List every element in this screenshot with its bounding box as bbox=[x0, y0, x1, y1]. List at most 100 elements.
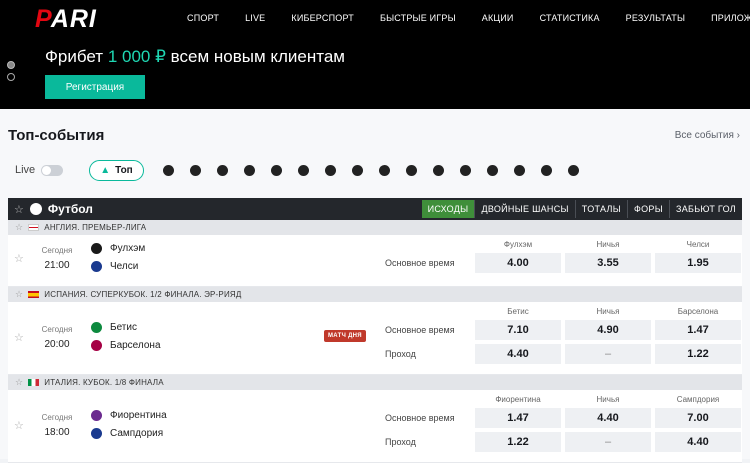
handball-icon[interactable] bbox=[567, 163, 581, 177]
match-time: 18:00 bbox=[44, 427, 70, 438]
team-logo-icon bbox=[91, 243, 102, 254]
nav-fast-games[interactable]: БЫСТРЫЕ ИГРЫ bbox=[380, 13, 456, 23]
team-home[interactable]: Фулхэм bbox=[91, 243, 145, 254]
odds-button[interactable]: 4.40 bbox=[475, 344, 561, 364]
odds-button[interactable]: 1.22 bbox=[475, 432, 561, 452]
odds-button[interactable]: 4.00 bbox=[475, 253, 561, 273]
nav-results[interactable]: РЕЗУЛЬТАТЫ bbox=[626, 13, 685, 23]
league-header: ☆ ИСПАНИЯ. СУПЕРКУБОК. 1/2 ФИНАЛА. ЭР-РИЯ… bbox=[8, 287, 742, 302]
ball-icon[interactable] bbox=[378, 163, 392, 177]
nav-promotions[interactable]: АКЦИИ bbox=[482, 13, 514, 23]
odds-button[interactable]: 1.47 bbox=[475, 408, 561, 428]
tab-will-score[interactable]: ЗАБЬЮТ ГОЛ bbox=[670, 200, 742, 218]
nav-statistics[interactable]: СТАТИСТИКА bbox=[540, 13, 600, 23]
top-filter-chip[interactable]: ▲ Топ bbox=[89, 159, 144, 181]
badminton-icon[interactable] bbox=[540, 163, 554, 177]
boxing-icon[interactable] bbox=[486, 163, 500, 177]
odds-button[interactable]: 1.95 bbox=[655, 253, 741, 273]
league-name: ИСПАНИЯ. СУПЕРКУБОК. 1/2 ФИНАЛА. ЭР-РИЯД bbox=[44, 290, 242, 299]
market-label: Основное время bbox=[385, 258, 455, 268]
pager-dot[interactable] bbox=[7, 61, 15, 69]
hockey-stick-icon[interactable] bbox=[432, 163, 446, 177]
league-name: АНГЛИЯ. ПРЕМЬЕР-ЛИГА bbox=[44, 223, 147, 232]
mma-icon[interactable] bbox=[459, 163, 473, 177]
volleyball-icon[interactable] bbox=[324, 163, 338, 177]
match-time: 20:00 bbox=[44, 339, 70, 350]
odds-button[interactable]: 4.40 bbox=[655, 432, 741, 452]
gamepad-icon[interactable] bbox=[189, 163, 203, 177]
flag-icon bbox=[28, 224, 40, 231]
football-icon[interactable] bbox=[216, 163, 230, 177]
rugby-icon[interactable] bbox=[513, 163, 527, 177]
outcome-column-header: Бетис bbox=[507, 307, 529, 316]
flame-icon: ▲ bbox=[100, 164, 111, 176]
match-time: 21:00 bbox=[44, 260, 70, 271]
team-away[interactable]: Барселона bbox=[91, 340, 161, 351]
table-tennis-icon[interactable] bbox=[270, 163, 284, 177]
sport-filters: Live ▲ Топ bbox=[15, 159, 594, 181]
logo[interactable]: PARI bbox=[35, 5, 97, 34]
live-toggle[interactable] bbox=[41, 164, 64, 176]
tennis-icon[interactable] bbox=[243, 163, 257, 177]
favorite-star-icon[interactable]: ☆ bbox=[15, 377, 23, 388]
favorite-star-icon[interactable]: ☆ bbox=[14, 252, 24, 265]
odds-button[interactable]: – bbox=[565, 344, 651, 364]
odds-button[interactable]: – bbox=[565, 432, 651, 452]
tab-double-chance[interactable]: ДВОЙНЫЕ ШАНСЫ bbox=[475, 200, 576, 218]
tab-outcomes[interactable]: ИСХОДЫ bbox=[421, 200, 476, 218]
favorite-star-icon[interactable]: ☆ bbox=[14, 203, 24, 216]
favorite-star-icon[interactable]: ☆ bbox=[15, 222, 23, 233]
basketball-icon[interactable] bbox=[297, 163, 311, 177]
ball-icon[interactable] bbox=[405, 163, 419, 177]
flag-icon bbox=[28, 291, 40, 298]
favorite-star-icon[interactable]: ☆ bbox=[15, 289, 23, 300]
hockey-icon[interactable] bbox=[351, 163, 365, 177]
match-date: Сегодня bbox=[41, 246, 73, 255]
team-logo-icon bbox=[91, 428, 102, 439]
top-navbar: PARI СПОРТ LIVE КИБЕРСПОРТ БЫСТРЫЕ ИГРЫ … bbox=[0, 0, 750, 35]
main-nav: СПОРТ LIVE КИБЕРСПОРТ БЫСТРЫЕ ИГРЫ АКЦИИ… bbox=[187, 0, 750, 35]
league-header: ☆ АНГЛИЯ. ПРЕМЬЕР-ЛИГА bbox=[8, 220, 742, 235]
nav-sport[interactable]: СПОРТ bbox=[187, 13, 219, 23]
odds-button[interactable]: 1.22 bbox=[655, 344, 741, 364]
banner-pager bbox=[7, 61, 15, 85]
main-content: Топ-события Все события › Live ▲ Топ ☆ Фу… bbox=[0, 109, 750, 463]
nav-live[interactable]: LIVE bbox=[245, 13, 265, 23]
table-row[interactable]: ☆ Сегодня 21:00 Фулхэм Челси Фулхэм Ничья Челси… bbox=[8, 235, 742, 287]
team-logo-icon bbox=[91, 322, 102, 333]
favorite-star-icon[interactable]: ☆ bbox=[14, 331, 24, 344]
market-label: Проход bbox=[385, 349, 416, 359]
outcome-column-header: Сампдория bbox=[676, 395, 720, 404]
odds-button[interactable]: 7.10 bbox=[475, 320, 561, 340]
odds-button[interactable]: 1.47 bbox=[655, 320, 741, 340]
team-logo-icon bbox=[91, 261, 102, 272]
market-label: Проход bbox=[385, 437, 416, 447]
match-date: Сегодня bbox=[41, 413, 73, 422]
outcome-column-header: Барселона bbox=[677, 307, 719, 316]
team-home[interactable]: Бетис bbox=[91, 322, 137, 333]
team-home[interactable]: Фиорентина bbox=[91, 410, 167, 421]
nav-esports[interactable]: КИБЕРСПОРТ bbox=[291, 13, 354, 23]
soccer-ball-icon[interactable] bbox=[162, 163, 176, 177]
odds-button[interactable]: 4.40 bbox=[565, 408, 651, 428]
odds-button[interactable]: 3.55 bbox=[565, 253, 651, 273]
market-tabs: ИСХОДЫ ДВОЙНЫЕ ШАНСЫ ТОТАЛЫ ФОРЫ ЗАБЬЮТ … bbox=[421, 198, 742, 220]
team-away[interactable]: Челси bbox=[91, 261, 138, 272]
team-away[interactable]: Сампдория bbox=[91, 428, 163, 439]
outcome-column-header: Челси bbox=[686, 240, 710, 249]
odds-button[interactable]: 4.90 bbox=[565, 320, 651, 340]
pager-dot[interactable] bbox=[7, 73, 15, 81]
register-button[interactable]: Регистрация bbox=[45, 75, 145, 99]
team-logo-icon bbox=[91, 340, 102, 351]
section-title: Топ-события bbox=[8, 127, 105, 144]
nav-apps[interactable]: ПРИЛОЖЕНИЯ bbox=[711, 13, 750, 23]
all-events-link[interactable]: Все события › bbox=[675, 130, 740, 141]
table-row[interactable]: ☆ Сегодня 18:00 Фиорентина Сампдория Фиоренти… bbox=[8, 390, 742, 463]
promo-banner: Фрибет 1 000 ₽ всем новым клиентам Регис… bbox=[0, 35, 750, 109]
league-header: ☆ ИТАЛИЯ. КУБОК. 1/8 ФИНАЛА bbox=[8, 375, 742, 390]
tab-totals[interactable]: ТОТАЛЫ bbox=[576, 200, 628, 218]
favorite-star-icon[interactable]: ☆ bbox=[14, 419, 24, 432]
odds-button[interactable]: 7.00 bbox=[655, 408, 741, 428]
table-row[interactable]: ☆ Сегодня 20:00 Бетис Барселона МАТЧ ДНЯ Бетис… bbox=[8, 302, 742, 375]
tab-handicaps[interactable]: ФОРЫ bbox=[628, 200, 670, 218]
